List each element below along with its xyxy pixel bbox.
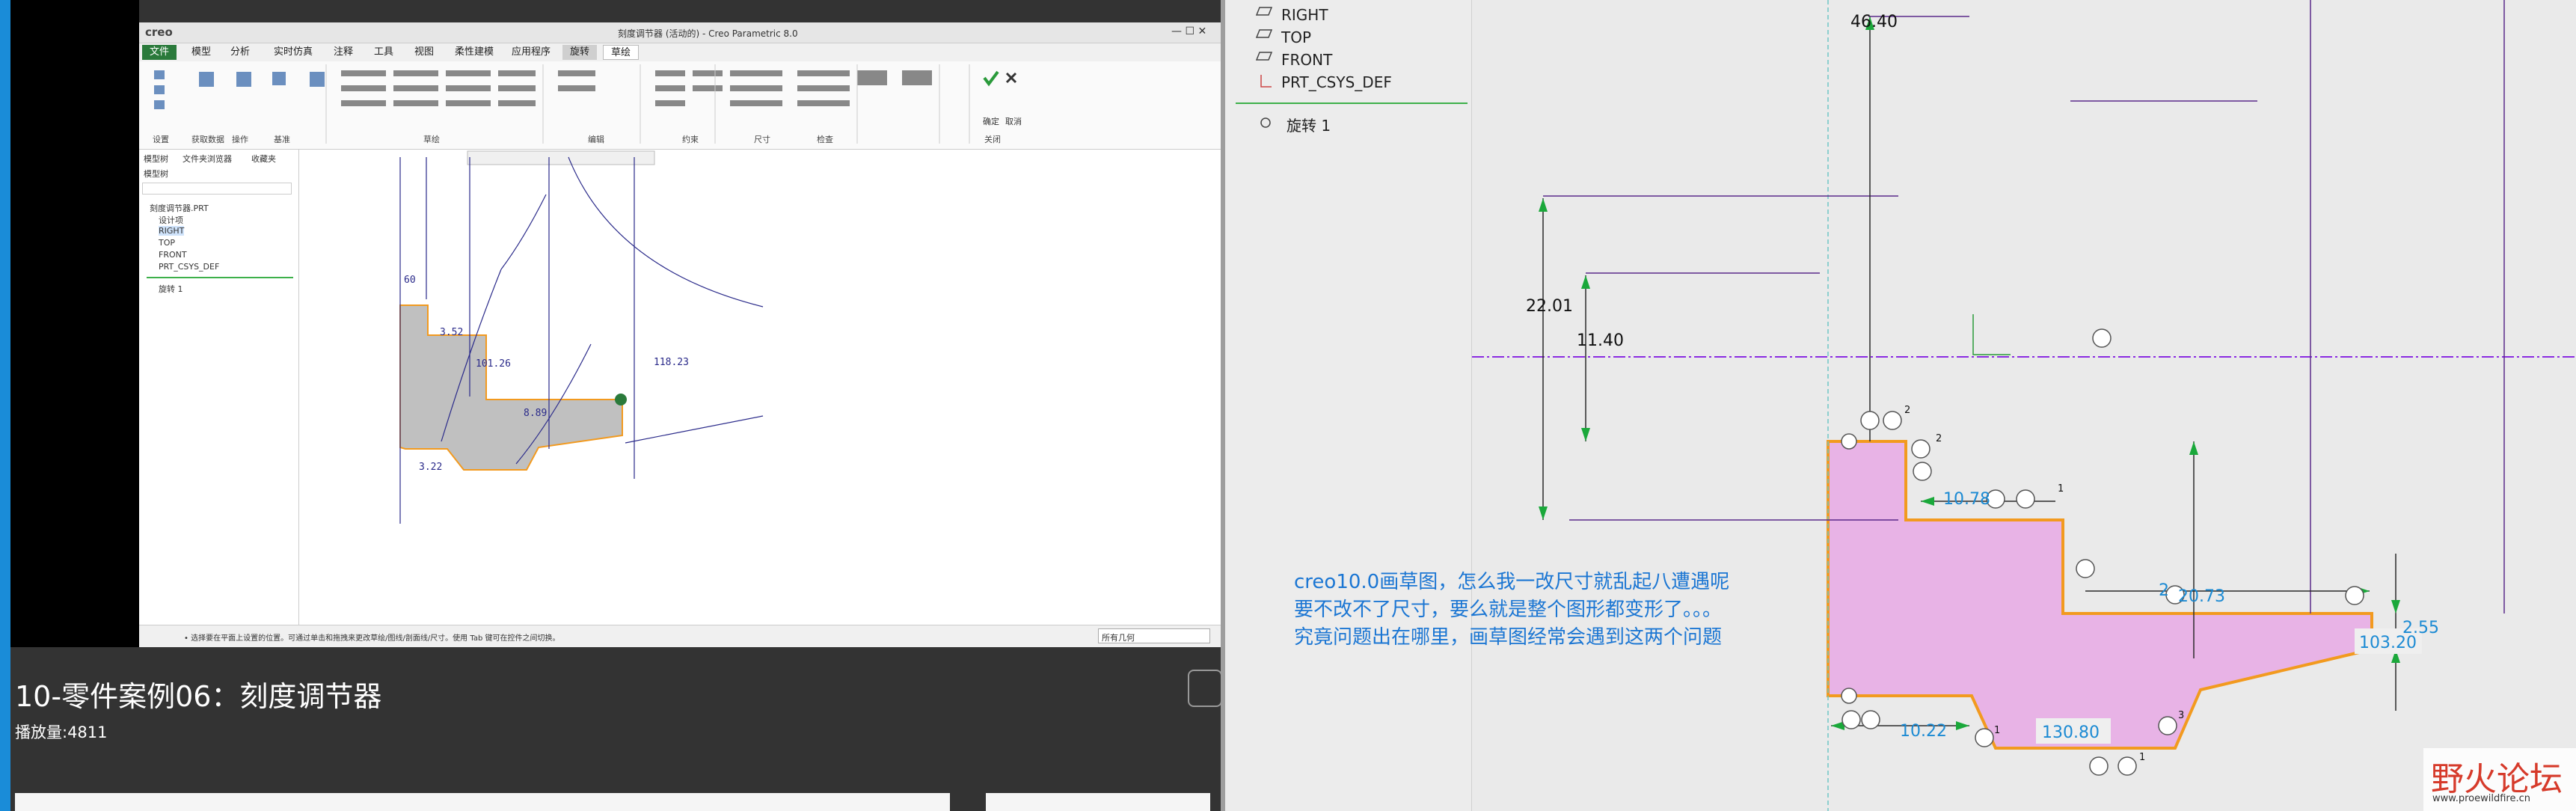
below-video-area (15, 793, 950, 811)
window-title: 刻度调节器 (活动的) - Creo Parametric 8.0 (618, 28, 798, 39)
view-toolbar[interactable] (467, 150, 655, 165)
constraint-2b: 2 (1936, 433, 1942, 444)
tree-item-revolve[interactable]: 旋转 1 (159, 283, 183, 295)
tree-item-csys[interactable]: PRT_CSYS_DEF (1281, 73, 1392, 91)
annotation-line-2: 要不改不了尺寸，要么就是整个图形都变形了。。。 (1294, 599, 1723, 621)
tab-view[interactable]: 视图 (407, 45, 441, 60)
tab-tools[interactable]: 工具 (367, 45, 401, 60)
status-bar: • 选择要在平面上设置的位置。可通过单击和拖拽来更改草绘/图线/剖面线/尺寸。使… (139, 625, 1221, 647)
dim-60[interactable]: 60 (404, 275, 416, 286)
tab-analysis[interactable]: 分析 (223, 45, 257, 60)
sketch-canvas-large[interactable]: 2 2 1 1 3 1 46.40 22.01 11.40 10.78 2 20… (1472, 0, 2576, 811)
video-letterbox (0, 0, 139, 647)
sketch-profile[interactable] (1827, 440, 2373, 750)
tab-live-sim[interactable]: 实时仿真 (266, 45, 320, 60)
tablet-mode-button[interactable] (1188, 670, 1222, 707)
dim-46-40[interactable]: 46.40 (1850, 13, 1898, 31)
ribbon-icons (154, 64, 1017, 144)
question-annotation: creo10.0画草图，怎么我一改尺寸就乱起八遭遇呢 要不改不了尺寸，要么就是整… (1294, 569, 1729, 652)
sketch-drawing-large: 2 2 1 1 3 1 46.40 22.01 11.40 10.78 2 20… (1472, 0, 2576, 811)
dim-3-52[interactable]: 3.52 (440, 327, 463, 338)
group-operations: 操作 (232, 135, 248, 144)
tree-item-right[interactable]: RIGHT (159, 226, 185, 236)
screenshot-root: { "video": { "title": "10-零件案例06：刻度调节器",… (0, 0, 2576, 811)
group-constraints: 约束 (682, 135, 699, 144)
group-setup: 设置 (153, 135, 169, 144)
insert-here-line (1236, 102, 1468, 104)
tree-item-right[interactable]: RIGHT (1281, 6, 1328, 24)
sketch-drawing-small: 60 3.52 101.26 118.23 8.89 3.22 (399, 150, 764, 524)
creo-window: creo 刻度调节器 (活动的) - Creo Parametric 8.0 —… (139, 22, 1221, 647)
constraint-1b: 1 (1994, 725, 2000, 736)
annotation-line-1: creo10.0画草图，怎么我一改尺寸就乱起八遭遇呢 (1294, 571, 1730, 593)
dim-10-78[interactable]: 10.78 (1943, 490, 1990, 509)
group-sketch: 草绘 (423, 135, 440, 144)
play-count: 播放量:4811 (15, 723, 108, 741)
constraint-3: 3 (2178, 710, 2184, 721)
sketch-canvas-small[interactable]: 60 3.52 101.26 118.23 8.89 3.22 (299, 150, 1221, 625)
cancel-label: 取消 (1005, 117, 1022, 126)
dim-20-73[interactable]: 20.73 (2178, 587, 2225, 606)
dim-103-20[interactable]: 103.20 (2359, 634, 2417, 652)
csys-marker (1972, 314, 2011, 355)
constraint-1a: 1 (2058, 483, 2064, 495)
group-edit: 编辑 (588, 135, 604, 144)
tree-search-input[interactable] (142, 183, 292, 195)
tab-apps[interactable]: 应用程序 (504, 45, 558, 60)
filter-select[interactable]: 所有几何 (1098, 628, 1210, 643)
tree-insert-line (147, 277, 293, 278)
ribbon-tabs: 文件 模型 分析 实时仿真 注释 工具 视图 柔性建模 应用程序 旋转 草绘 (139, 43, 1221, 61)
ribbon-toolbar: 确定 取消 设置 获取数据 操作 基准 草绘 编辑 约束 尺寸 检查 关闭 (139, 61, 1221, 150)
tree-item-revolve[interactable]: 旋转 1 (1287, 114, 1331, 135)
tree-item-csys[interactable]: PRT_CSYS_DEF (159, 262, 219, 272)
tab-annotate[interactable]: 注释 (326, 45, 361, 60)
tree-header: 模型树 (144, 169, 168, 179)
group-datum: 基准 (274, 135, 290, 144)
group-dimension: 尺寸 (754, 135, 770, 144)
tree-item-top[interactable]: TOP (159, 238, 175, 248)
tree-tab-folder[interactable]: 文件夹浏览器 (183, 153, 232, 165)
ok-label: 确定 (983, 117, 999, 126)
creo-logo: creo (145, 25, 173, 39)
dim-3-22[interactable]: 3.22 (419, 462, 442, 473)
dim-101-26[interactable]: 101.26 (476, 358, 511, 370)
dim-22-01[interactable]: 22.01 (1526, 297, 1573, 316)
constraint-1c: 1 (2139, 752, 2145, 763)
tree-item-top[interactable]: TOP (1281, 28, 1311, 46)
status-message: • 选择要在平面上设置的位置。可通过单击和拖拽来更改草绘/图线/剖面线/尺寸。使… (184, 634, 560, 643)
tree-tab-favorites[interactable]: 收藏夹 (251, 153, 276, 165)
selection-cursor (615, 394, 627, 406)
group-inspect: 检查 (817, 135, 833, 144)
tab-file[interactable]: 文件 (142, 45, 177, 60)
below-video-area-2 (986, 793, 1210, 811)
tab-revolve[interactable]: 旋转 (562, 45, 598, 60)
tree-item-front[interactable]: FRONT (159, 250, 187, 260)
watermark-url: www.proewildfire.cn (2432, 793, 2530, 804)
dim-8-89[interactable]: 8.89 (524, 408, 547, 419)
model-tree-panel: 模型树 文件夹浏览器 收藏夹 模型树 刻度调节器.PRT 设计项 RIGHT T… (139, 150, 299, 625)
window-edge (0, 0, 10, 811)
window-controls[interactable]: — ☐ ✕ (1171, 25, 1206, 37)
tree-item-front[interactable]: FRONT (1281, 51, 1332, 69)
dim-2[interactable]: 2 (2159, 581, 2169, 600)
tab-sketch[interactable]: 草绘 (603, 45, 640, 60)
tree-item-part[interactable]: 刻度调节器.PRT (150, 202, 209, 214)
tree-item-design[interactable]: 设计项 (159, 214, 183, 226)
tree-tab-model[interactable]: 模型树 (144, 153, 168, 165)
title-bar: creo 刻度调节器 (活动的) - Creo Parametric 8.0 —… (139, 22, 1221, 43)
dim-10-22[interactable]: 10.22 (1900, 722, 1947, 741)
tab-model[interactable]: 模型 (184, 45, 218, 60)
tree-icons (1255, 7, 1273, 128)
dim-11-40[interactable]: 11.40 (1577, 331, 1624, 350)
dim-130-80[interactable]: 130.80 (2042, 723, 2100, 742)
model-tree-right: RIGHT TOP FRONT PRT_CSYS_DEF 旋转 1 (1225, 0, 1472, 811)
tab-flexible[interactable]: 柔性建模 (447, 45, 501, 60)
annotation-line-3: 究竟问题出在哪里，画草图经常会遇到这两个问题 (1294, 626, 1723, 649)
group-getdata: 获取数据 (191, 135, 224, 144)
filter-value: 所有几何 (1102, 633, 1135, 643)
video-title: 10-零件案例06：刻度调节器 (15, 680, 382, 713)
constraint-2a: 2 (1904, 405, 1910, 416)
group-close: 关闭 (984, 135, 1001, 144)
dim-118-23[interactable]: 118.23 (654, 357, 689, 368)
